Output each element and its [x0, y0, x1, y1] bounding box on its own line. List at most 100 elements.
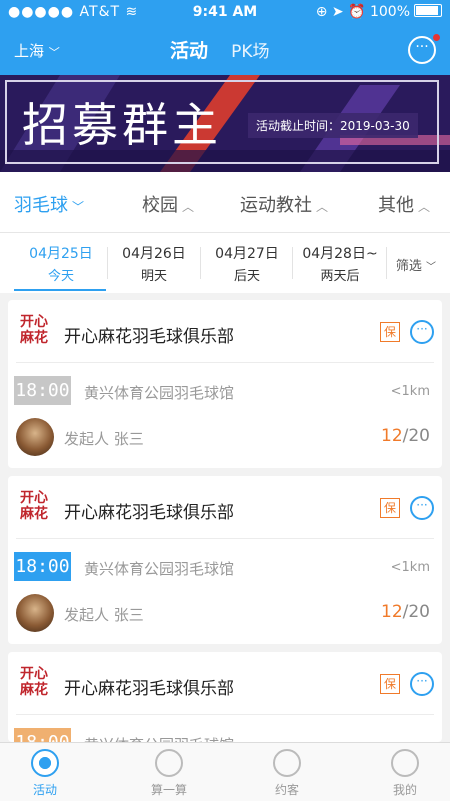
avatar: [16, 418, 54, 456]
activity-card[interactable]: 开心麻花 开心麻花羽毛球俱乐部 保 ··· 18:00 黄兴体育公园羽毛球馆 <…: [8, 476, 442, 644]
total-count: /20: [402, 426, 430, 446]
distance: <1km: [390, 384, 430, 399]
nav-label: 我的: [392, 783, 417, 797]
day-label: 今天: [47, 269, 74, 284]
guarantee-badge: 保: [380, 498, 400, 518]
header-tabs: 活动 PK场: [170, 36, 270, 63]
city-selector[interactable]: 上海 ﹀: [14, 40, 60, 61]
nav-label: 约客: [274, 783, 299, 797]
date-label: 04月26日: [122, 246, 186, 262]
city-label: 上海: [14, 42, 45, 60]
top-bar: ●●●●● AT&T ≋ 9:41 AM ⊕ ➤ ⏰ 100% 上海 ﹀ 活动 …: [0, 0, 450, 75]
header-nav: 上海 ﹀ 活动 PK场 ···: [0, 30, 450, 70]
category-tabs: 羽毛球 ﹀ 校园 ︿ 运动教社 ︿ 其他 ︿: [0, 172, 450, 233]
divider: [16, 362, 434, 363]
status-right: ⊕ ➤ ⏰ 100%: [316, 4, 442, 20]
host: 发起人 张三: [64, 430, 144, 448]
date-after-tomorrow[interactable]: 04月27日 后天: [202, 243, 292, 284]
guarantee-badge: 保: [380, 674, 400, 694]
date-label: 04月25日: [29, 246, 93, 262]
total-count: /20: [402, 602, 430, 622]
participant-count: 12/20: [381, 602, 430, 622]
category-coaching[interactable]: 运动教社 ︿: [240, 191, 328, 217]
nav-label: 活动: [32, 783, 57, 797]
nav-mine[interactable]: 我的: [360, 749, 450, 798]
host: 发起人 张三: [64, 606, 144, 624]
distance: <1km: [390, 560, 430, 575]
battery-percent: 100%: [369, 4, 410, 20]
chat-icon[interactable]: ···: [410, 496, 434, 520]
divider: [386, 247, 387, 279]
chat-icon[interactable]: ···: [410, 672, 434, 696]
category-badminton[interactable]: 羽毛球 ﹀: [14, 191, 84, 217]
nav-calculate[interactable]: 算一算: [124, 749, 214, 798]
date-label: 04月28日~: [302, 246, 378, 262]
club-logo: 开心麻花: [20, 314, 48, 346]
notification-dot: [433, 34, 440, 41]
chevron-up-icon: ︿: [418, 200, 431, 214]
chevron-down-icon: ﹀: [48, 46, 60, 59]
chat-icon[interactable]: ···: [410, 320, 434, 344]
joined-count: 12: [381, 426, 403, 446]
avatar: [16, 594, 54, 632]
chevron-down-icon: ﹀: [426, 262, 436, 273]
start-time: 18:00: [14, 376, 71, 405]
chevron-down-icon: ﹀: [72, 200, 85, 214]
chevron-up-icon: ︿: [182, 200, 195, 214]
day-label: 后天: [233, 269, 260, 284]
filter-button[interactable]: 筛选 ﹀: [396, 255, 436, 274]
venue-name: 黄兴体育公园羽毛球馆: [84, 384, 235, 402]
nav-activity[interactable]: 活动: [0, 749, 90, 798]
nav-meetup[interactable]: 约客: [242, 749, 332, 798]
club-logo: 开心麻花: [20, 490, 48, 522]
chat-bubble-icon: [273, 749, 301, 777]
divider: [16, 538, 434, 539]
activity-icon: [31, 749, 59, 777]
joined-count: 12: [381, 602, 403, 622]
participant-count: 12/20: [381, 426, 430, 446]
date-today[interactable]: 04月25日 今天: [16, 243, 106, 284]
bottom-nav: 活动 算一算 约客 我的: [0, 742, 450, 801]
banner-deadline: 活动截止时间：2019-03-30: [248, 113, 418, 138]
date-label: 04月27日: [215, 246, 279, 262]
status-icons: ⊕ ➤ ⏰: [315, 4, 366, 20]
club-name: 开心麻花羽毛球俱乐部: [64, 503, 234, 523]
category-label: 羽毛球: [14, 195, 68, 216]
message-icon[interactable]: ···: [408, 36, 436, 64]
filter-label: 筛选: [395, 259, 422, 274]
day-label: 两天后: [320, 269, 360, 284]
date-filter: 04月25日 今天 04月26日 明天 04月27日 后天 04月28日~ 两天…: [0, 233, 450, 293]
divider: [107, 247, 108, 279]
divider: [292, 247, 293, 279]
activity-card[interactable]: 开心麻花 开心麻花羽毛球俱乐部 保 ··· 18:00 黄兴体育公园羽毛球馆 <…: [8, 300, 442, 468]
start-time: 18:00: [14, 728, 71, 742]
category-label: 校园: [142, 195, 178, 216]
club-name: 开心麻花羽毛球俱乐部: [64, 679, 234, 699]
start-time: 18:00: [14, 552, 71, 581]
nav-label: 算一算: [150, 783, 187, 797]
tab-pk[interactable]: PK场: [231, 42, 269, 62]
club-logo: 开心麻花: [20, 666, 48, 698]
club-name: 开心麻花羽毛球俱乐部: [64, 327, 234, 347]
battery-icon: [414, 4, 442, 17]
tab-activity[interactable]: 活动: [170, 40, 208, 62]
category-label: 运动教社: [240, 195, 312, 216]
status-bar: ●●●●● AT&T ≋ 9:41 AM ⊕ ➤ ⏰ 100%: [0, 0, 450, 24]
category-label: 其他: [378, 195, 414, 216]
category-campus[interactable]: 校园 ︿: [142, 191, 194, 217]
recruit-banner[interactable]: 招募群主 活动截止时间：2019-03-30: [0, 75, 450, 172]
chevron-up-icon: ︿: [316, 200, 329, 214]
day-label: 明天: [140, 269, 167, 284]
divider: [16, 714, 434, 715]
active-date-underline: [14, 289, 106, 291]
banner-title: 招募群主: [22, 98, 222, 152]
guarantee-badge: 保: [380, 322, 400, 342]
activity-card[interactable]: 开心麻花 开心麻花羽毛球俱乐部 保 ··· 18:00 黄兴体育公园羽毛球馆: [8, 652, 442, 742]
atom-icon: [155, 749, 183, 777]
venue-name: 黄兴体育公园羽毛球馆: [84, 560, 235, 578]
date-tomorrow[interactable]: 04月26日 明天: [109, 243, 199, 284]
category-other[interactable]: 其他 ︿: [378, 191, 430, 217]
user-icon: [391, 749, 419, 777]
divider: [200, 247, 201, 279]
date-later[interactable]: 04月28日~ 两天后: [295, 243, 385, 284]
